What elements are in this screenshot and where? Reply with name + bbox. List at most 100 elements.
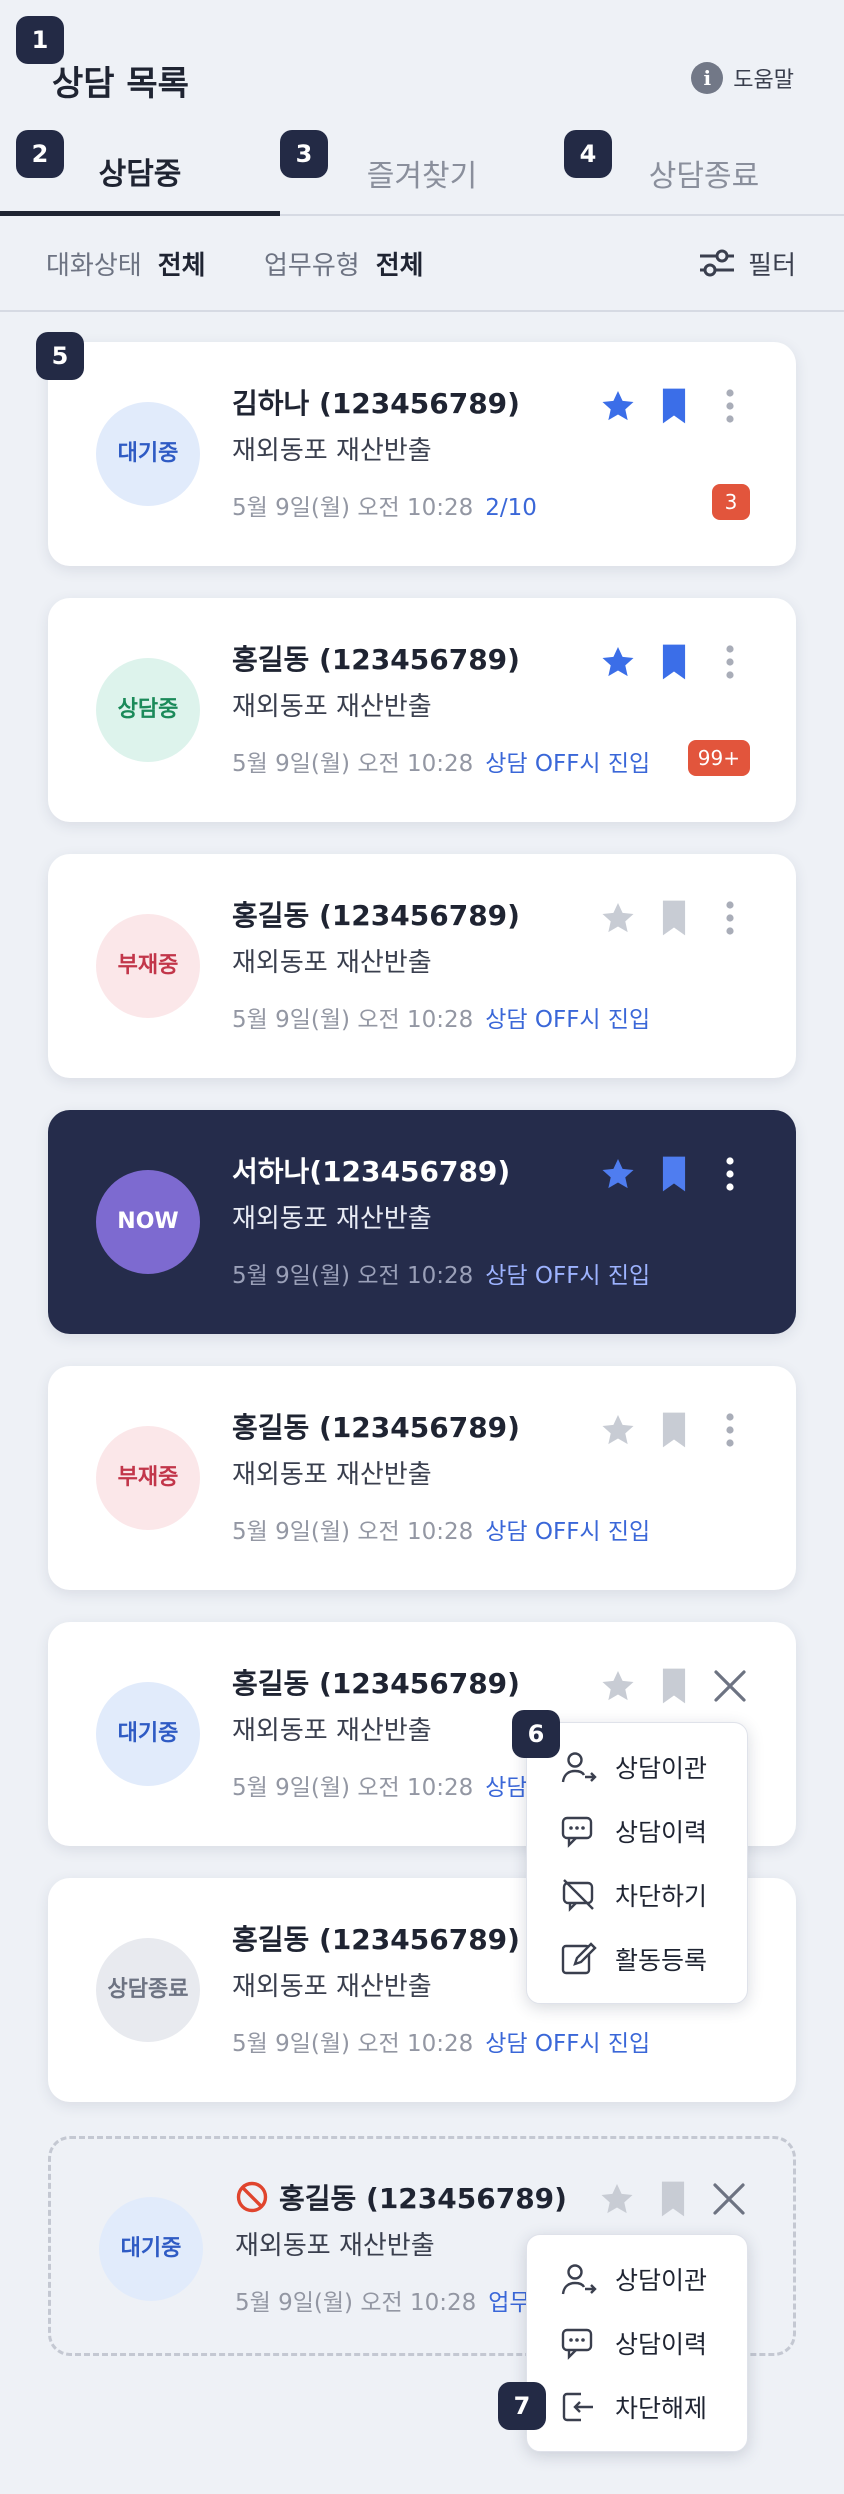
consult-subject: 재외동포 재산반출 (232, 436, 432, 466)
header: 상담 목록 i 도움말 상담중 즐겨찾기 상담종료 (0, 0, 844, 216)
bookmark-icon[interactable] (654, 642, 694, 682)
close-icon[interactable] (710, 1666, 750, 1706)
menu-item-unblock[interactable]: 차단해제 (527, 2375, 747, 2439)
bookmark-icon[interactable] (654, 898, 694, 938)
customer-name: 홍길동 (123456789) (232, 899, 520, 932)
star-icon[interactable] (598, 1666, 638, 1706)
blocked-icon (236, 2181, 268, 2213)
card-extra: 상담 OFF시 진입 (485, 1519, 651, 1545)
card-extra: 상담 OFF시 진입 (485, 1007, 651, 1033)
timestamp: 5월 9일(월) 오전 10:28 (232, 1519, 474, 1545)
bookmark-icon[interactable] (653, 2179, 693, 2219)
status-filter[interactable]: 대화상태 전체 (46, 245, 206, 282)
menu-item-history[interactable]: 상담이력 (527, 2311, 747, 2375)
consult-subject: 재외동포 재산반출 (232, 948, 432, 978)
status-badge: 상담중 (96, 658, 200, 762)
unblock-icon (562, 2392, 593, 2422)
bookmark-icon[interactable] (654, 1666, 694, 1706)
unread-count-badge: 99+ (687, 740, 750, 776)
more-vertical-icon[interactable] (710, 1154, 750, 1194)
card-meta: 5월 9일(월) 오전 10:28 상담 OFF시 진입 (232, 2024, 650, 2058)
block-chat-icon (562, 1879, 594, 1912)
star-icon[interactable] (598, 642, 638, 682)
page-title: 상담 목록 (52, 64, 189, 104)
more-vertical-icon[interactable] (710, 642, 750, 682)
star-icon[interactable] (598, 1154, 638, 1194)
star-icon[interactable] (598, 1410, 638, 1450)
card-extra: 업무 (488, 2290, 531, 2316)
chat-history-icon (561, 2328, 593, 2360)
menu-item-block[interactable]: 차단하기 (527, 1863, 747, 1927)
menu-item-transfer[interactable]: 상담이관 (527, 2247, 747, 2311)
bookmark-icon[interactable] (654, 386, 694, 426)
edit-icon (561, 1942, 597, 1975)
customer-name-row: 홍길동 (123456789) (235, 2177, 567, 2217)
type-filter-label: 업무유형 (264, 250, 360, 281)
bookmark-icon[interactable] (654, 1410, 694, 1450)
status-badge: 대기중 (96, 1682, 200, 1786)
customer-name: 홍길동 (123456789) (232, 1667, 520, 1700)
star-icon[interactable] (598, 898, 638, 938)
customer-name: 서하나(123456789) (232, 1155, 511, 1188)
customer-name: 김하나 (123456789) (232, 387, 520, 420)
consult-subject: 재외동포 재산반출 (232, 1204, 432, 1234)
card-meta: 5월 9일(월) 오전 10:28 2/10 (232, 488, 537, 522)
card-extra: 상담 OFF시 진입 (485, 1263, 651, 1289)
card-meta: 5월 9일(월) 오전 10:28 상담 (232, 1768, 528, 1802)
annotation-badge-3: 3 (280, 130, 328, 178)
user-transfer-icon (561, 1752, 597, 1783)
chat-history-icon (561, 1816, 593, 1848)
chat-card-active[interactable]: NOW 서하나(123456789) 재외동포 재산반출 5월 9일(월) 오전… (48, 1110, 796, 1334)
customer-name: 홍길동 (123456789) (232, 1411, 520, 1444)
context-menu: 상담이관 상담이력 차단해제 (526, 2234, 748, 2452)
status-badge: 대기중 (99, 2197, 203, 2301)
status-badge: 부재중 (96, 1426, 200, 1530)
consult-subject: 재외동포 재산반출 (232, 692, 432, 722)
annotation-badge-5: 5 (36, 332, 84, 380)
status-badge: 부재중 (96, 914, 200, 1018)
menu-item-label: 상담이관 (615, 2266, 708, 2295)
customer-name: 홍길동 (123456789) (232, 643, 520, 676)
more-vertical-icon[interactable] (710, 898, 750, 938)
card-extra: 상담 (485, 1775, 528, 1801)
help-button[interactable]: i 도움말 (691, 62, 794, 94)
menu-item-transfer[interactable]: 상담이관 (527, 1735, 747, 1799)
menu-item-history[interactable]: 상담이력 (527, 1799, 747, 1863)
menu-item-label: 상담이관 (615, 1754, 708, 1783)
unread-count-badge: 3 (712, 484, 750, 520)
annotation-badge-2: 2 (16, 130, 64, 178)
menu-item-label: 상담이력 (615, 2330, 708, 2359)
card-meta: 5월 9일(월) 오전 10:28 상담 OFF시 진입 (232, 1000, 650, 1034)
star-icon[interactable] (597, 2179, 637, 2219)
info-icon: i (691, 62, 724, 94)
more-vertical-icon[interactable] (710, 1410, 750, 1450)
type-filter[interactable]: 업무유형 전체 (264, 245, 424, 282)
more-vertical-icon[interactable] (710, 386, 750, 426)
menu-item-activity[interactable]: 활동등록 (527, 1927, 747, 1991)
timestamp: 5월 9일(월) 오전 10:28 (232, 1007, 474, 1033)
consult-subject: 재외동포 재산반출 (232, 1460, 432, 1490)
card-meta: 5월 9일(월) 오전 10:28 상담 OFF시 진입 (232, 1512, 650, 1546)
timestamp: 5월 9일(월) 오전 10:28 (232, 1775, 474, 1801)
tab-bar: 상담중 즐겨찾기 상담종료 (0, 130, 844, 216)
star-icon[interactable] (598, 386, 638, 426)
context-menu: 상담이관 상담이력 차단하기 활동등록 (526, 1722, 748, 2004)
chat-card[interactable]: 대기중 김하나 (123456789) 재외동포 재산반출 5월 9일(월) 오… (48, 342, 796, 566)
menu-item-label: 차단하기 (615, 1882, 708, 1911)
bookmark-icon[interactable] (654, 1154, 694, 1194)
chat-card[interactable]: 부재중 홍길동 (123456789) 재외동포 재산반출 5월 9일(월) 오… (48, 854, 796, 1078)
annotation-badge-7: 7 (498, 2382, 546, 2430)
filter-button[interactable]: 필터 (698, 245, 796, 282)
menu-item-label: 차단해제 (615, 2394, 708, 2423)
timestamp: 5월 9일(월) 오전 10:28 (232, 495, 474, 521)
status-badge: 대기중 (96, 402, 200, 506)
filter-button-label: 필터 (748, 250, 796, 281)
chat-card[interactable]: 부재중 홍길동 (123456789) 재외동포 재산반출 5월 9일(월) 오… (48, 1366, 796, 1590)
menu-item-label: 상담이력 (615, 1818, 708, 1847)
timestamp: 5월 9일(월) 오전 10:28 (232, 1263, 474, 1289)
close-icon[interactable] (709, 2179, 749, 2219)
card-meta: 5월 9일(월) 오전 10:28 상담 OFF시 진입 (232, 1256, 650, 1290)
filter-bar: 대화상태 전체 업무유형 전체 필터 (0, 216, 844, 312)
chat-card[interactable]: 상담중 홍길동 (123456789) 재외동포 재산반출 5월 9일(월) 오… (48, 598, 796, 822)
status-badge-line2: 종료 (148, 1977, 189, 2003)
